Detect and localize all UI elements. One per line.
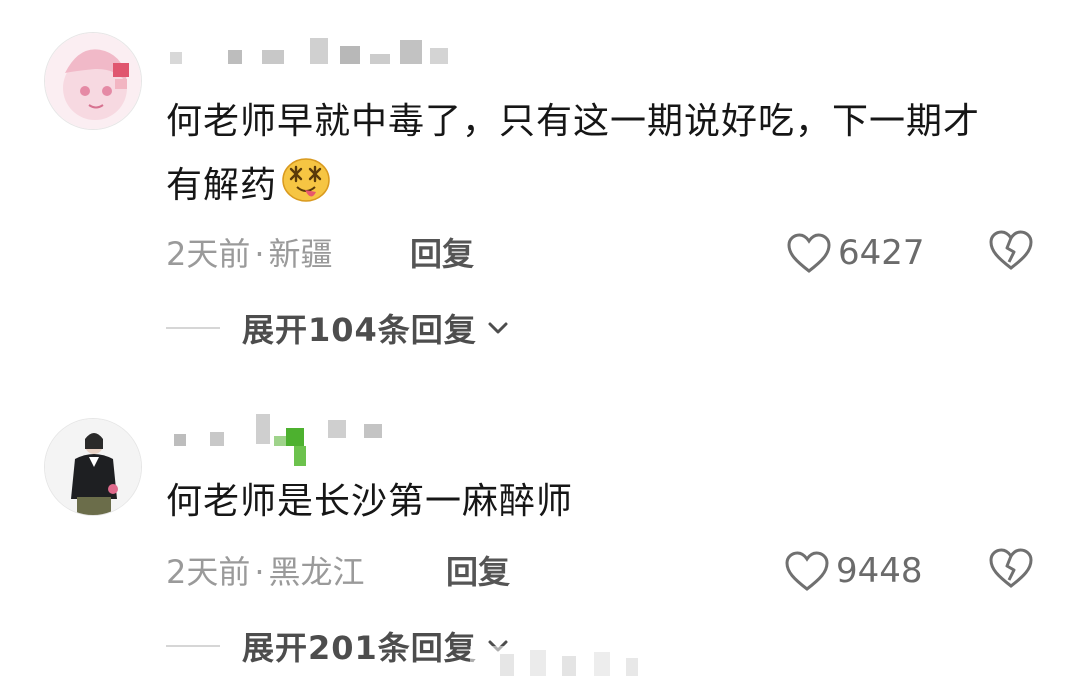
expand-replies[interactable]: 展开201条回复: [166, 624, 509, 668]
location: 新疆: [268, 235, 333, 273]
comment-text: 何老师是长沙第一麻醉师: [166, 470, 1016, 534]
drooling-dizzy-face-emoji: [281, 157, 331, 224]
reply-button[interactable]: 回复: [410, 234, 474, 274]
heart-outline-icon: [787, 233, 831, 273]
like-button[interactable]: 9448: [784, 546, 923, 596]
broken-heart-icon: [989, 230, 1033, 270]
location: 黑龙江: [268, 553, 365, 591]
username-blurred[interactable]: [170, 38, 470, 78]
comment-meta: 2天前 · 黑龙江: [166, 552, 365, 592]
like-count: 9448: [836, 551, 923, 591]
blurred-watermark: [470, 640, 670, 686]
reply-button[interactable]: 回复: [446, 552, 510, 592]
heart-outline-icon: [785, 551, 829, 591]
broken-heart-icon: [989, 548, 1033, 588]
expand-replies-label: 展开104条回复: [242, 311, 477, 349]
meta-separator: ·: [254, 553, 265, 591]
expand-divider: [166, 327, 220, 329]
comment-meta: 2天前 · 新疆: [166, 234, 333, 274]
avatar[interactable]: [44, 32, 142, 130]
comment-text-content: 何老师是长沙第一麻醉师: [166, 481, 574, 522]
dislike-button[interactable]: [988, 228, 1038, 278]
dislike-button[interactable]: [988, 546, 1038, 596]
expand-replies-label: 展开201条回复: [242, 629, 477, 667]
chevron-down-icon: [488, 322, 508, 334]
like-count: 6427: [838, 233, 925, 273]
expand-replies[interactable]: 展开104条回复: [166, 306, 509, 350]
like-button[interactable]: 6427: [786, 228, 925, 278]
expand-divider: [166, 645, 220, 647]
meta-separator: ·: [254, 235, 265, 273]
username-blurred[interactable]: [170, 414, 430, 466]
avatar[interactable]: [44, 418, 142, 516]
comment-text: 何老师早就中毒了，只有这一期说好吃，下一期才有解药: [166, 90, 1016, 224]
timestamp: 2天前: [166, 553, 251, 591]
timestamp: 2天前: [166, 235, 251, 273]
